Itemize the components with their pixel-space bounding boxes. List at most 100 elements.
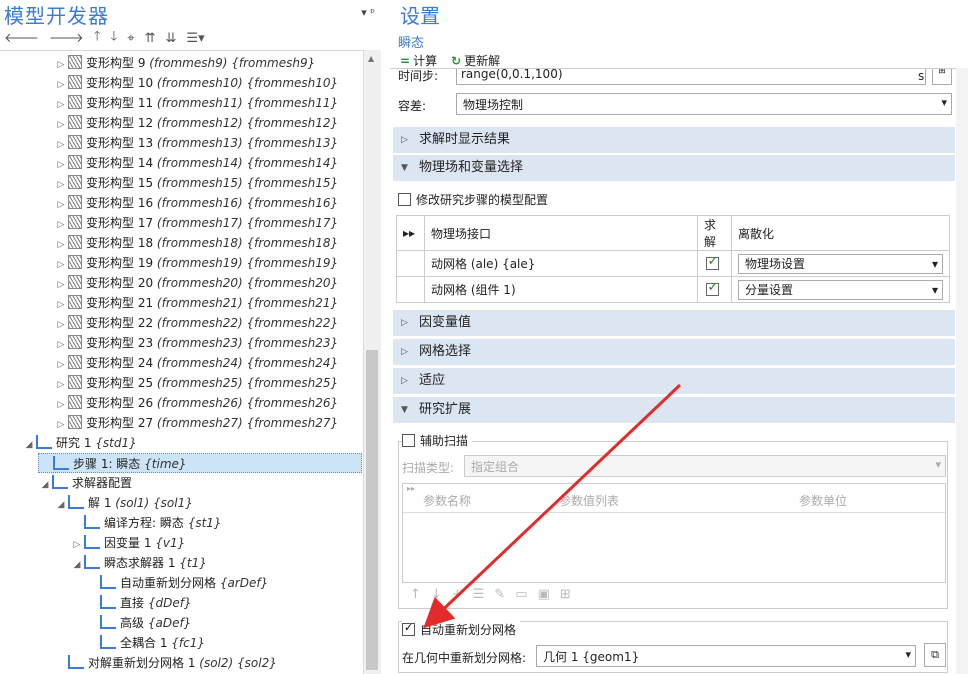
expand-toggle-icon[interactable]: ▷ — [54, 175, 68, 195]
expand-toggle-icon[interactable]: ▷ — [54, 115, 68, 135]
expand-toggle-icon[interactable]: ▷ — [54, 195, 68, 215]
expand-toggle-icon[interactable]: ▷ — [54, 255, 68, 275]
checkbox-checked-icon[interactable] — [402, 621, 415, 636]
tree-node[interactable]: ▷ 变形构型 16 (frommesh16) {frommesh16} — [54, 193, 363, 213]
expand-toggle-icon[interactable]: ▷ — [54, 315, 68, 335]
aux-sweep-checkbox[interactable]: 辅助扫描 — [402, 432, 473, 449]
menu-icon[interactable]: ☰▾ — [186, 31, 204, 46]
section-adaptation[interactable]: ▷ 适应 — [393, 368, 955, 394]
clear-icon[interactable]: ✎ — [494, 587, 505, 602]
range-icon[interactable]: ⊞ — [932, 69, 952, 85]
expand-toggle-icon[interactable]: ▷ — [54, 275, 68, 295]
tree-node[interactable]: ◢ 瞬态求解器 1 {t1} — [70, 553, 363, 573]
modify-config-checkbox[interactable]: 修改研究步骤的模型配置 — [398, 191, 548, 208]
tree-node[interactable]: ▷ 变形构型 17 (frommesh17) {frommesh17} — [54, 213, 363, 233]
checkbox-icon[interactable] — [402, 434, 415, 447]
tree-node[interactable]: ▷ 变形构型 14 (frommesh14) {frommesh14} — [54, 153, 363, 173]
forward-icon[interactable]: 🡒 — [49, 30, 84, 46]
tree-node[interactable]: ▷ 变形构型 9 (frommesh9) {frommesh9} — [54, 53, 363, 73]
tree-node[interactable]: 对解重新划分网格 1 (sol2) {sol2} — [54, 653, 363, 673]
expand-toggle-icon[interactable]: ▷ — [70, 535, 84, 555]
expand-toggle-icon[interactable]: ▷ — [54, 95, 68, 115]
tree-node[interactable]: 全耦合 1 {fc1} — [86, 633, 363, 653]
scroll-thumb[interactable] — [366, 350, 378, 670]
tree-node[interactable]: ▷ 变形构型 24 (frommesh24) {frommesh24} — [54, 353, 363, 373]
tree-node[interactable]: ▷ 因变量 1 {v1} — [70, 533, 363, 553]
range-icon[interactable]: ⊞ — [560, 587, 571, 602]
discretization-select[interactable]: 分量设置 ▾ — [738, 279, 943, 300]
expand-toggle-icon[interactable]: ▷ — [54, 415, 68, 435]
update-solution-button[interactable]: ↻ 更新解 — [451, 52, 500, 69]
tree-node[interactable]: 高级 {aDef} — [86, 613, 363, 633]
back-icon[interactable]: 🡐 — [4, 30, 39, 46]
expand-icon[interactable]: ▸▸ — [396, 215, 425, 251]
table-row[interactable]: 动网格 (ale) {ale} 物理场设置 ▾ — [396, 250, 950, 277]
discretization-select[interactable]: 物理场设置 ▾ — [738, 253, 943, 274]
add-icon[interactable]: + — [452, 587, 463, 602]
tree-node[interactable]: ▷ 变形构型 22 (frommesh22) {frommesh22} — [54, 313, 363, 333]
move-down-icon[interactable]: ↓ — [431, 587, 442, 602]
section-results-while-solving[interactable]: ▷ 求解时显示结果 — [393, 127, 955, 153]
expand-toggle-icon[interactable]: ◢ — [54, 495, 68, 515]
open-icon[interactable]: ▭ — [515, 587, 527, 602]
tree-node[interactable]: ◢ 解 1 (sol1) {sol1} — [54, 493, 363, 513]
expand-toggle-icon[interactable]: ◢ — [22, 435, 36, 455]
remesh-geom-select[interactable]: 几何 1 {geom1} — [536, 645, 916, 667]
tree-node[interactable]: ▷ 变形构型 23 (frommesh23) {frommesh23} — [54, 333, 363, 353]
checkbox-icon[interactable] — [398, 193, 411, 206]
save-icon[interactable]: ▣ — [538, 587, 550, 602]
tree-node[interactable]: ▷ 变形构型 25 (frommesh25) {frommesh25} — [54, 373, 363, 393]
down-icon[interactable]: 🡓 — [111, 27, 118, 49]
table-row[interactable]: 动网格 (组件 1) 分量设置 ▾ — [396, 276, 950, 303]
tree-node[interactable]: ▷ 变形构型 20 (frommesh20) {frommesh20} — [54, 273, 363, 293]
section-dependent-values[interactable]: ▷ 因变量值 — [393, 310, 955, 336]
tree-node[interactable]: ▷ 变形构型 13 (frommesh13) {frommesh13} — [54, 133, 363, 153]
expand-toggle-icon[interactable]: ▷ — [54, 215, 68, 235]
tree-node[interactable]: 自动重新划分网格 {arDef} — [86, 573, 363, 593]
collapse-all-icon[interactable]: ⇈ — [145, 31, 156, 46]
compute-button[interactable]: = 计算 — [400, 52, 437, 69]
solve-checkbox[interactable] — [705, 254, 719, 270]
tree-node[interactable]: ▷ 变形构型 10 (frommesh10) {frommesh10} — [54, 73, 363, 93]
expand-all-icon[interactable]: ⇊ — [166, 31, 177, 46]
expand-toggle-icon[interactable]: ◢ — [38, 475, 52, 495]
settings-scrollbar[interactable] — [956, 68, 968, 674]
tree-node[interactable]: ▷ 变形构型 27 (frommesh27) {frommesh27} — [54, 413, 363, 433]
tree-node[interactable]: ▷ 变形构型 19 (frommesh19) {frommesh19} — [54, 253, 363, 273]
expand-toggle-icon[interactable]: ▷ — [54, 395, 68, 415]
tree-node[interactable]: ▷ 变形构型 12 (frommesh12) {frommesh12} — [54, 113, 363, 133]
time-step-input[interactable]: range(0,0.1,100) — [456, 69, 926, 85]
tree-node[interactable]: ◢ 研究 1 {std1} — [22, 433, 363, 453]
goto-source-icon[interactable]: ⧉ — [924, 643, 946, 667]
show-icon[interactable]: ⌖ — [127, 31, 134, 46]
expand-toggle-icon[interactable]: ▷ — [54, 75, 68, 95]
solve-checkbox[interactable] — [705, 280, 719, 296]
list-icon[interactable]: ☰ — [473, 587, 485, 602]
tree-node[interactable]: ▷ 变形构型 11 (frommesh11) {frommesh11} — [54, 93, 363, 113]
tolerance-select[interactable]: 物理场控制 — [456, 93, 952, 115]
tree-node[interactable]: 步骤 1: 瞬态 {time} — [38, 453, 362, 473]
section-physics-variables[interactable]: ▼ 物理场和变量选择 — [393, 155, 955, 181]
tree-node[interactable]: ▷ 变形构型 18 (frommesh18) {frommesh18} — [54, 233, 363, 253]
section-mesh-selection[interactable]: ▷ 网格选择 — [393, 339, 955, 365]
tree-node[interactable]: ▷ 变形构型 26 (frommesh26) {frommesh26} — [54, 393, 363, 413]
pin-icon[interactable]: ▾ ᵖ — [361, 6, 375, 19]
tree-node[interactable]: 编译方程: 瞬态 {st1} — [70, 513, 363, 533]
up-icon[interactable]: 🡑 — [94, 27, 101, 49]
expand-toggle-icon[interactable]: ◢ — [70, 555, 84, 575]
move-up-icon[interactable]: ↑ — [410, 587, 421, 602]
tree-node[interactable]: 直接 {dDef} — [86, 593, 363, 613]
scroll-up-icon[interactable]: ▲ — [368, 54, 374, 63]
expand-toggle-icon[interactable]: ▷ — [54, 235, 68, 255]
tree-scrollbar[interactable]: ▲ — [363, 50, 381, 674]
expand-toggle-icon[interactable]: ▷ — [54, 135, 68, 155]
sweep-type-select[interactable]: 指定组合 — [464, 455, 946, 477]
tree-node[interactable]: ▷ 变形构型 21 (frommesh21) {frommesh21} — [54, 293, 363, 313]
auto-remesh-checkbox[interactable]: 自动重新划分网格 — [402, 621, 521, 638]
expand-toggle-icon[interactable]: ▷ — [54, 55, 68, 75]
expand-toggle-icon[interactable]: ▷ — [54, 335, 68, 355]
expand-toggle-icon[interactable]: ▷ — [54, 295, 68, 315]
tree-node[interactable]: ▷ 变形构型 15 (frommesh15) {frommesh15} — [54, 173, 363, 193]
section-study-extensions[interactable]: ▼ 研究扩展 — [393, 397, 955, 423]
expand-toggle-icon[interactable]: ▷ — [54, 155, 68, 175]
